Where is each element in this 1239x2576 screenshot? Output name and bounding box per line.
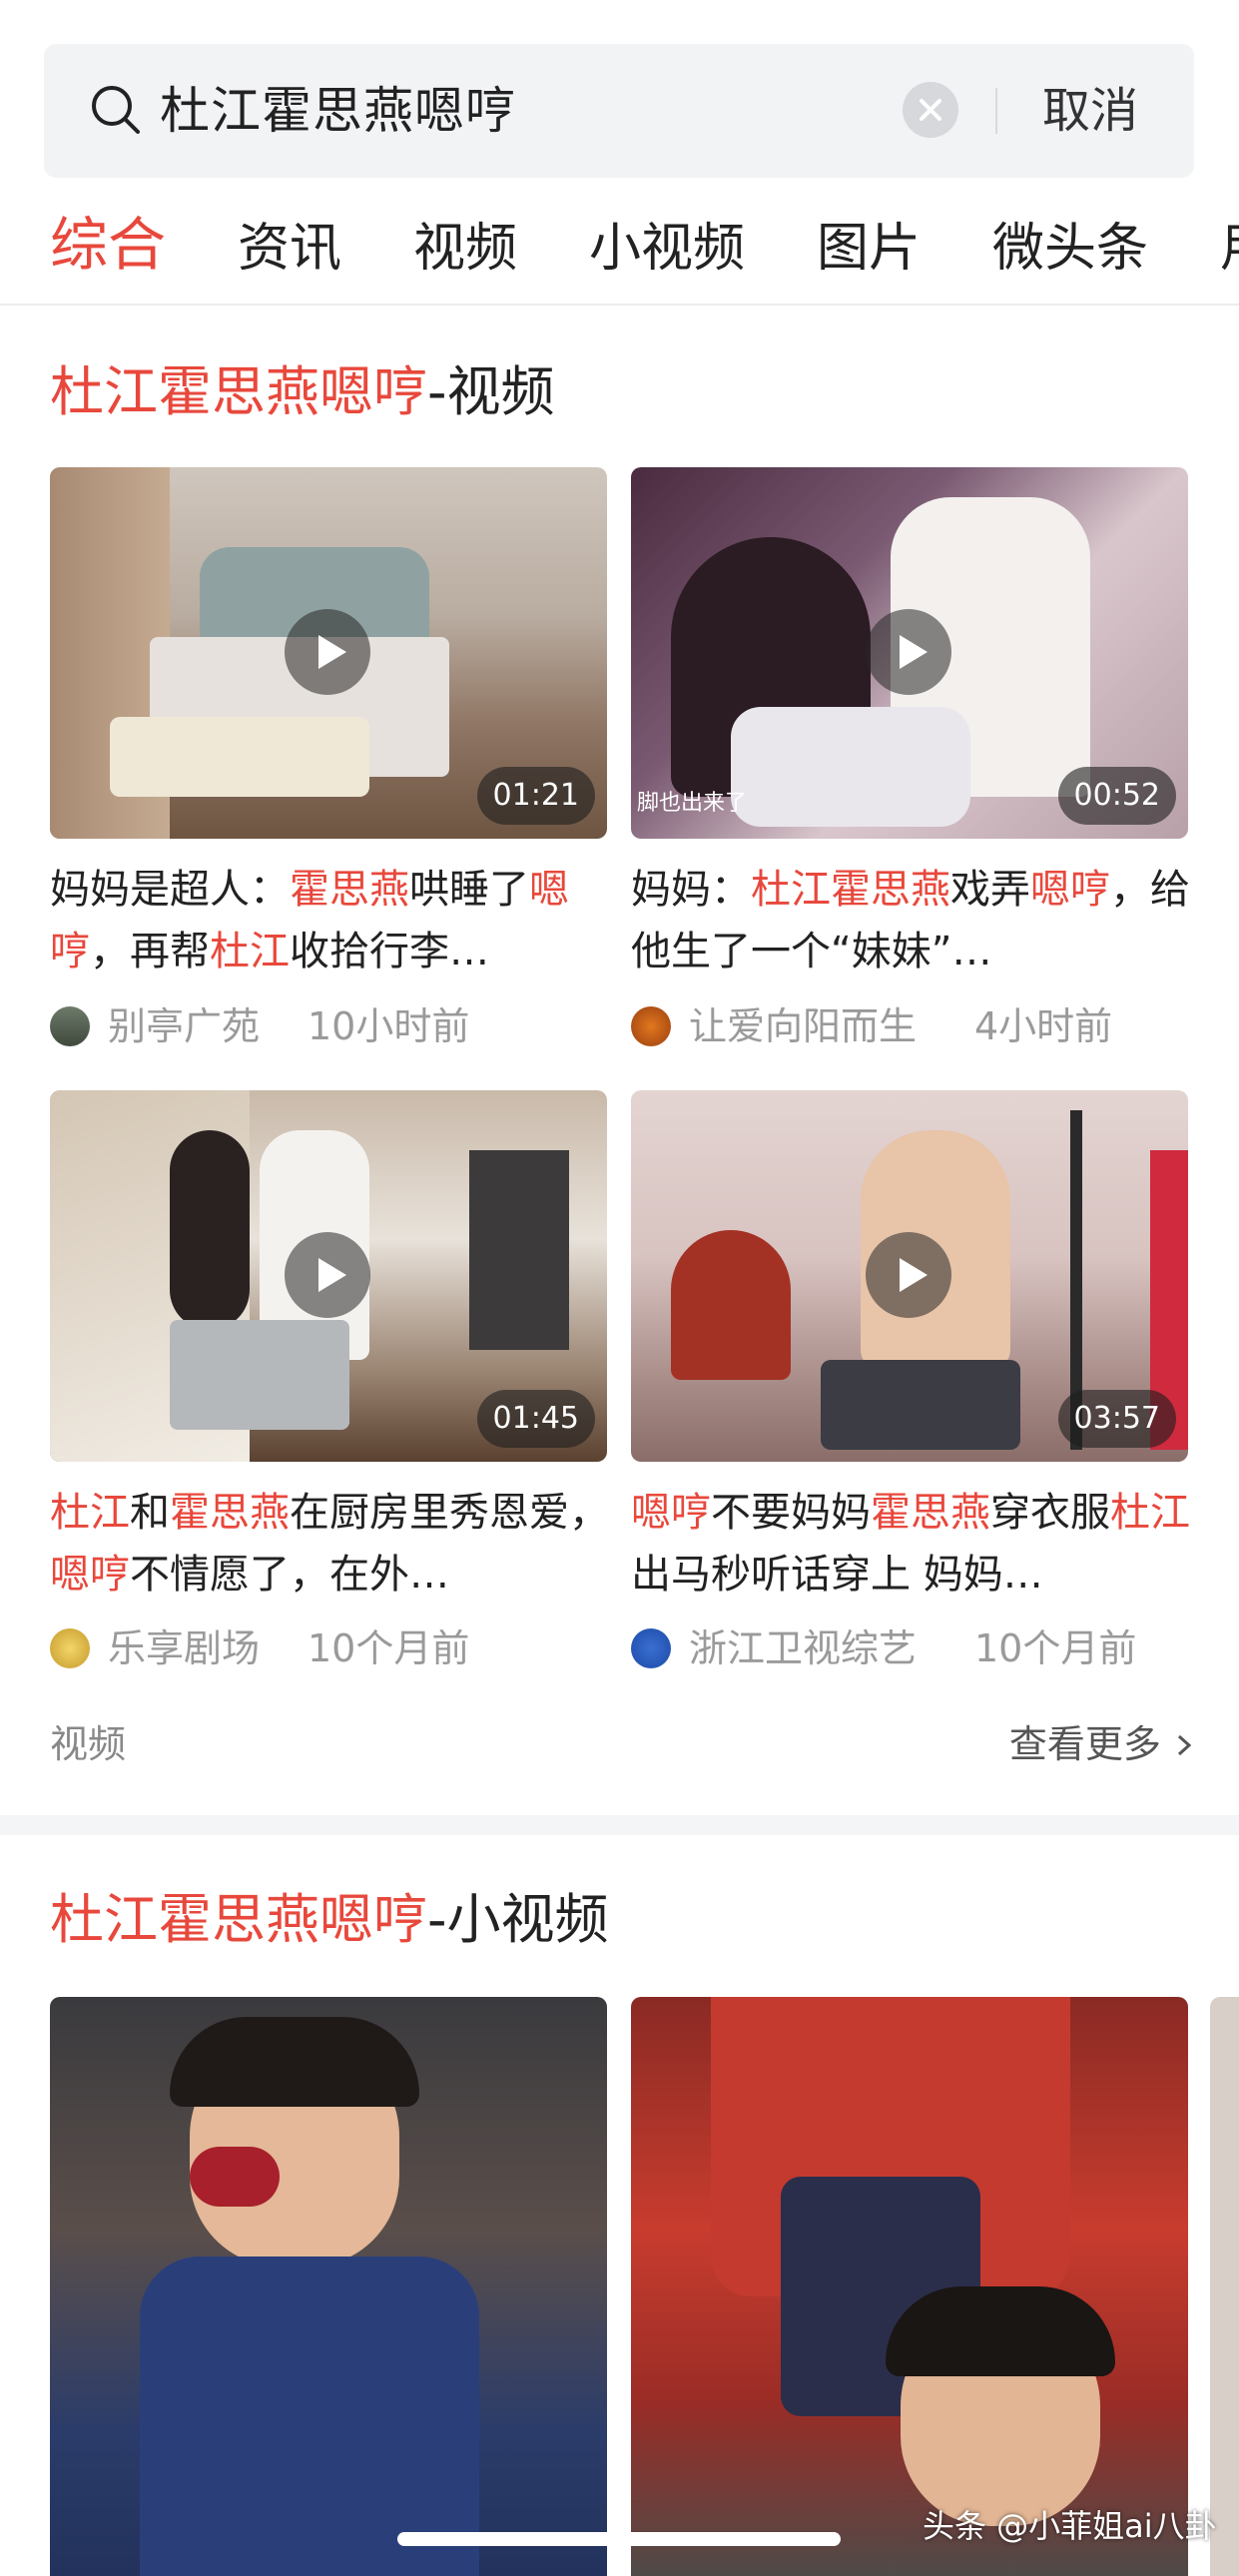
video-duration: 01:45 <box>476 1390 595 1448</box>
title-highlight: 嗯哼 <box>1030 867 1110 913</box>
video-title[interactable]: 嗯哼不要妈妈霍思燕穿衣服杜江出马秒听话穿上 妈妈… <box>631 1482 1190 1606</box>
cancel-button[interactable]: 取消 <box>1042 80 1138 142</box>
video-overlay-caption: 脚也出来了 <box>637 791 748 816</box>
play-icon[interactable] <box>285 609 370 695</box>
title-highlight: 嗯哼 <box>631 1490 711 1536</box>
video-time: 10小时前 <box>308 1004 470 1048</box>
search-divider <box>995 88 997 134</box>
video-time: 4小时前 <box>974 1004 1113 1048</box>
title-highlight: 杜江 <box>1110 1490 1190 1536</box>
tab-comprehensive[interactable]: 综合 <box>50 210 166 280</box>
avatar[interactable] <box>50 1006 90 1046</box>
title-text: 穿衣服 <box>990 1490 1110 1536</box>
title-text: 哄睡了 <box>409 867 529 913</box>
small-video-section-title-suffix: -小视频 <box>427 1888 609 1951</box>
title-text: 收拾行李… <box>290 929 489 974</box>
video-duration: 00:52 <box>1057 767 1176 825</box>
video-duration: 01:21 <box>476 767 595 825</box>
small-video-thumbnail[interactable] <box>631 1997 1188 2576</box>
video-source[interactable]: 别亭广苑 <box>108 1001 260 1051</box>
avatar[interactable] <box>50 1628 90 1668</box>
video-thumbnail[interactable]: 01:21 <box>50 467 607 839</box>
search-icon <box>88 82 144 138</box>
title-highlight: 杜江 <box>50 1490 130 1536</box>
title-text: 妈妈： <box>631 867 751 913</box>
title-text: 在厨房里秀恩爱， <box>290 1490 609 1536</box>
search-input[interactable]: 杜江霍思燕嗯哼 <box>160 80 516 142</box>
small-video-thumbnail[interactable] <box>50 1997 607 2576</box>
tab-news[interactable]: 资讯 <box>238 214 341 284</box>
play-icon[interactable] <box>866 1232 951 1318</box>
play-icon[interactable] <box>285 1232 370 1318</box>
avatar[interactable] <box>631 1006 671 1046</box>
watermark: 头条 @小菲姐ai八卦 <box>923 2507 1217 2545</box>
video-section-title-highlight: 杜江霍思燕嗯哼 <box>50 360 427 423</box>
play-icon[interactable] <box>866 609 951 695</box>
small-video-section-title-highlight: 杜江霍思燕嗯哼 <box>50 1888 427 1951</box>
search-tabs: 综合 资讯 视频 小视频 图片 微头条 用 <box>0 210 1239 306</box>
title-highlight: 杜江霍思燕 <box>751 867 950 913</box>
see-more-label: 查看更多 <box>1008 1722 1161 1766</box>
search-bar[interactable]: 杜江霍思燕嗯哼 取消 <box>44 44 1194 178</box>
title-highlight: 霍思燕 <box>871 1490 990 1536</box>
small-video-section-title[interactable]: 杜江霍思燕嗯哼-小视频 <box>50 1885 609 1955</box>
video-thumbnail[interactable]: 01:45 <box>50 1090 607 1462</box>
video-source[interactable]: 让爱向阳而生 <box>689 1001 917 1051</box>
video-title[interactable]: 妈妈是超人：霍思燕哄睡了嗯哼，再帮杜江收拾行李… <box>50 859 609 982</box>
title-text: 戏弄 <box>950 867 1030 913</box>
video-title[interactable]: 杜江和霍思燕在厨房里秀恩爱， 嗯哼不情愿了，在外… <box>50 1482 609 1606</box>
chevron-right-icon <box>1173 1722 1195 1766</box>
video-section-title-suffix: -视频 <box>427 360 555 423</box>
video-meta: 浙江卫视综艺 10个月前 <box>631 1623 1190 1673</box>
video-source[interactable]: 浙江卫视综艺 <box>689 1623 917 1673</box>
section-separator <box>0 1815 1239 1835</box>
tab-video[interactable]: 视频 <box>413 214 517 284</box>
title-text: ，再帮 <box>90 929 210 974</box>
video-meta: 乐享剧场 10个月前 <box>50 1623 609 1673</box>
home-indicator[interactable] <box>397 2532 841 2546</box>
video-section-title[interactable]: 杜江霍思燕嗯哼-视频 <box>50 357 555 427</box>
title-text: 出马秒听话穿上 妈妈… <box>631 1552 1043 1598</box>
title-text: 妈妈是超人： <box>50 867 290 913</box>
tab-small-video[interactable]: 小视频 <box>589 214 745 284</box>
video-title[interactable]: 妈妈：杜江霍思燕戏弄嗯哼，给他生了一个“妹妹”… <box>631 859 1190 982</box>
video-time: 10个月前 <box>974 1626 1137 1670</box>
title-highlight: 霍思燕 <box>290 867 409 913</box>
clear-icon[interactable] <box>903 82 958 138</box>
video-meta: 别亭广苑 10小时前 <box>50 1001 609 1051</box>
video-time: 10个月前 <box>308 1626 470 1670</box>
avatar[interactable] <box>631 1628 671 1668</box>
section-footer-label: 视频 <box>50 1722 127 1766</box>
video-duration: 03:57 <box>1057 1390 1176 1448</box>
small-video-thumbnail[interactable] <box>1210 1997 1239 2576</box>
title-text: 不要妈妈 <box>711 1490 871 1536</box>
tab-users[interactable]: 用 <box>1220 214 1239 284</box>
video-meta: 让爱向阳而生 4小时前 <box>631 1001 1190 1051</box>
tab-micro-headlines[interactable]: 微头条 <box>992 214 1148 284</box>
see-more-link[interactable]: 查看更多 <box>1009 1719 1195 1769</box>
title-highlight: 杜江 <box>210 929 290 974</box>
tabs-divider <box>0 304 1239 306</box>
video-thumbnail[interactable]: 03:57 <box>631 1090 1188 1462</box>
title-highlight: 嗯哼 <box>50 1552 130 1598</box>
video-thumbnail[interactable]: 脚也出来了 00:52 <box>631 467 1188 839</box>
title-text: 不情愿了，在外… <box>130 1552 449 1598</box>
video-source[interactable]: 乐享剧场 <box>108 1623 260 1673</box>
title-text: 和 <box>130 1490 170 1536</box>
title-highlight: 霍思燕 <box>170 1490 290 1536</box>
tab-images[interactable]: 图片 <box>817 214 921 284</box>
